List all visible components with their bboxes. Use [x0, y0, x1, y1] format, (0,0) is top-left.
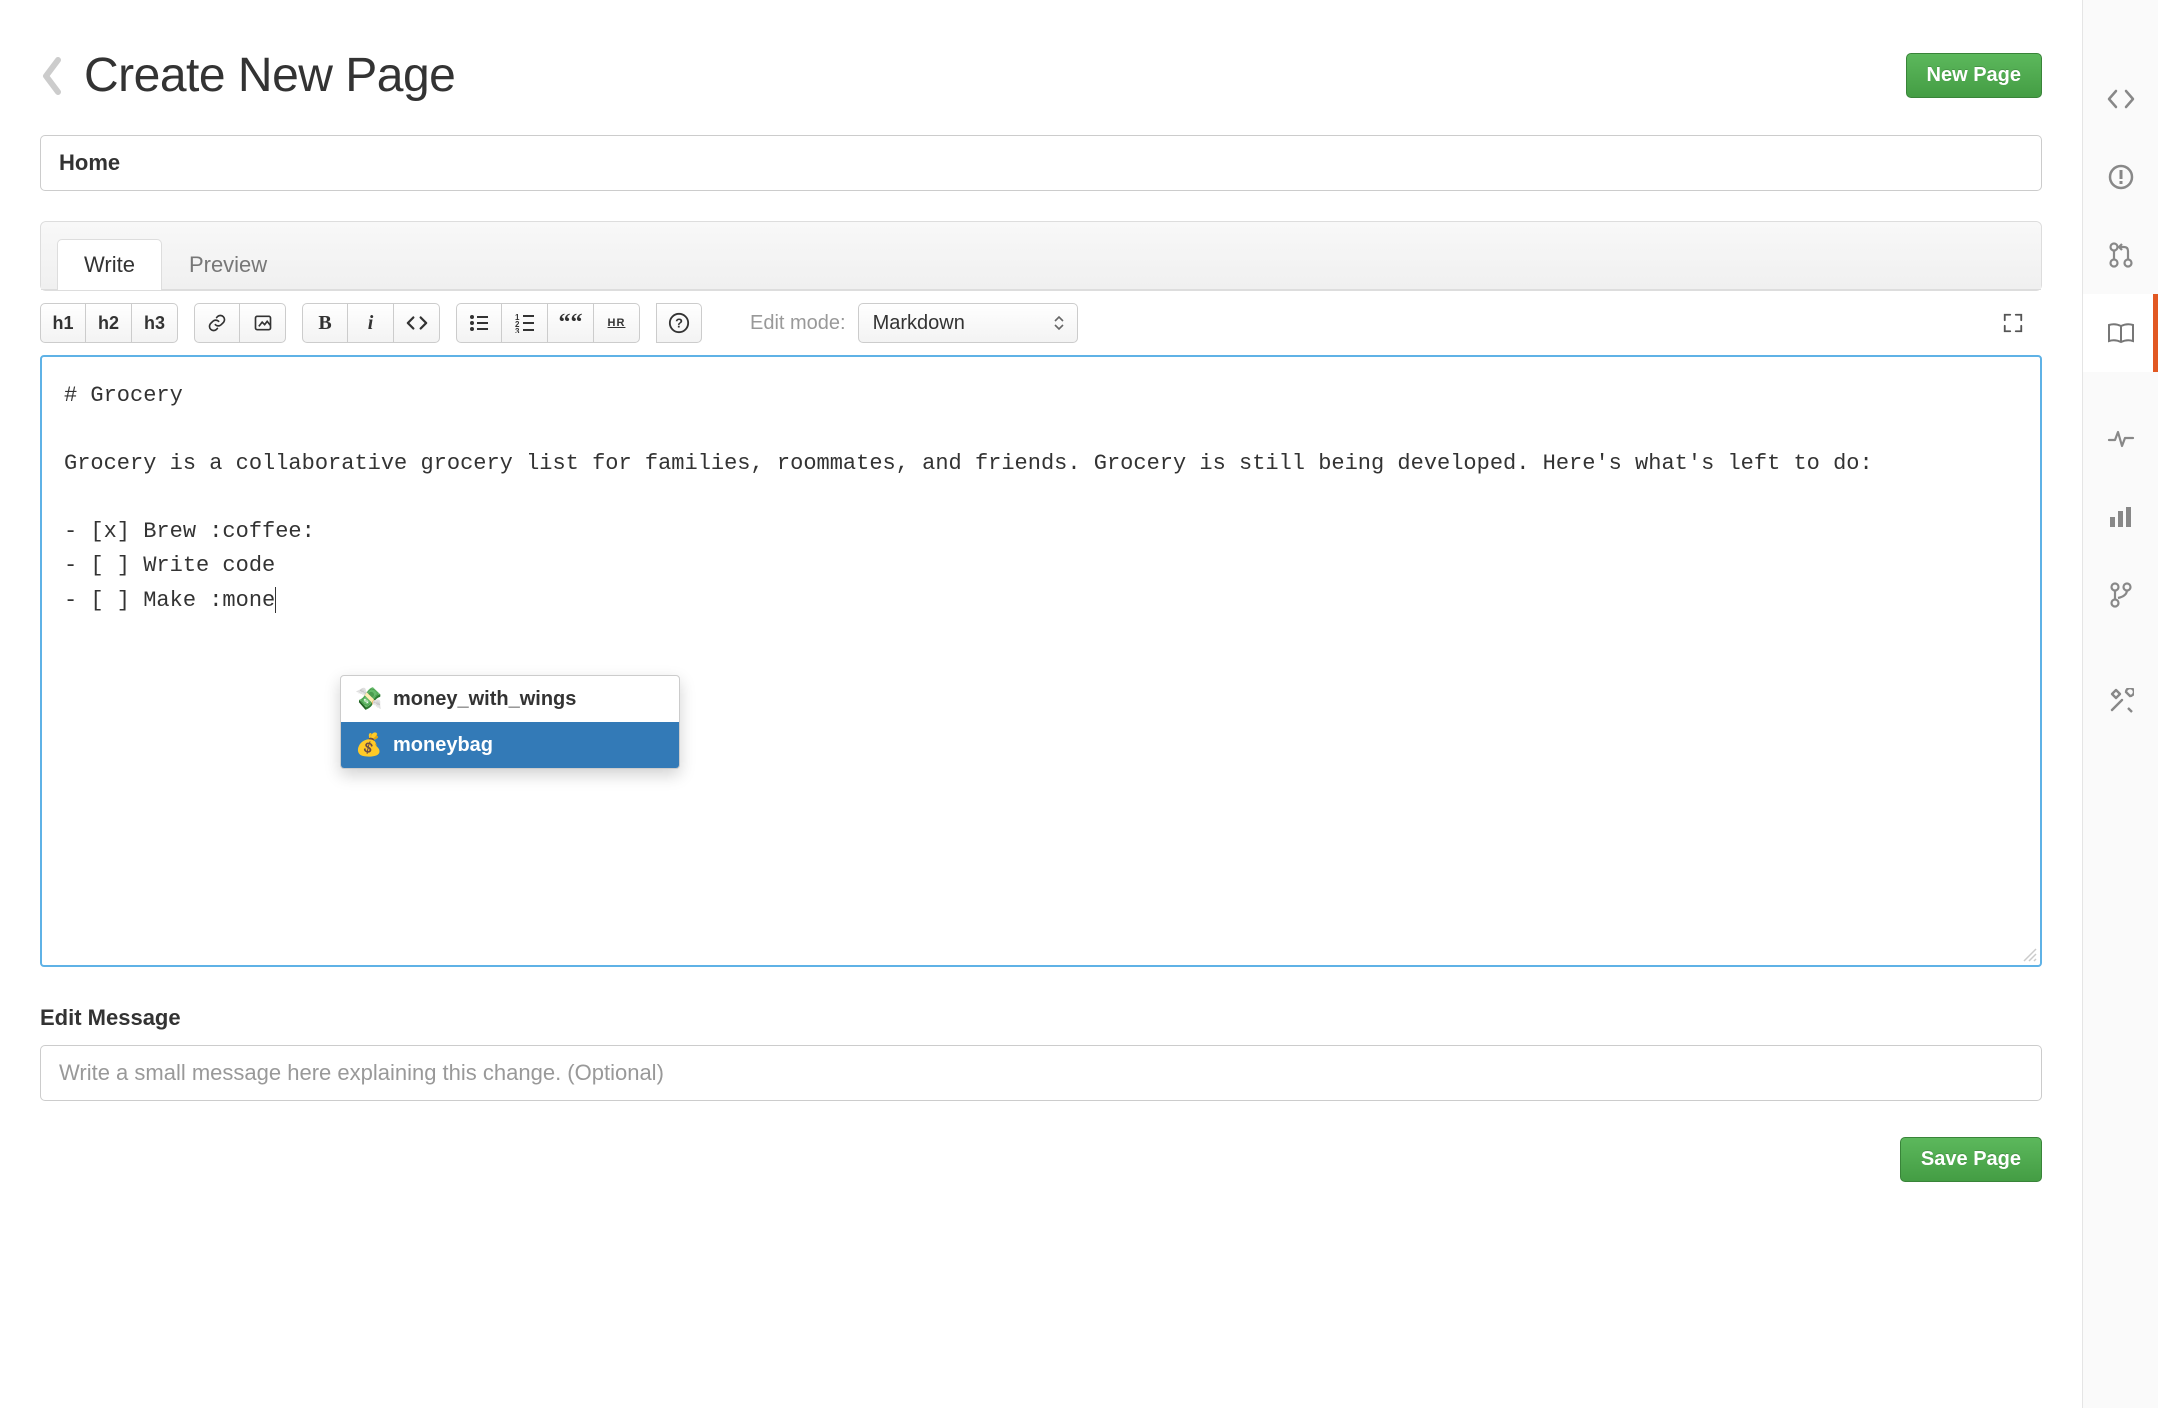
fullscreen-button[interactable]	[1990, 303, 2036, 343]
branch-icon	[2109, 581, 2133, 609]
autocomplete-label: money_with_wings	[393, 688, 576, 711]
image-button[interactable]	[240, 303, 286, 343]
page-header: Create New Page New Page	[40, 48, 2042, 103]
right-nav-rail	[2082, 0, 2158, 1408]
autocomplete-item[interactable]: 💰 moneybag	[341, 722, 679, 768]
editor-container: # Grocery Grocery is a collaborative gro…	[40, 355, 2042, 967]
edit-message-label: Edit Message	[40, 1005, 2042, 1031]
back-chevron-icon[interactable]	[40, 56, 66, 96]
bar-chart-icon	[2108, 505, 2134, 529]
edit-mode-label: Edit mode:	[750, 312, 846, 335]
h3-button[interactable]: h3	[132, 303, 178, 343]
edit-mode-group: Edit mode: Markdown	[750, 303, 1078, 343]
new-page-button[interactable]: New Page	[1906, 53, 2042, 98]
chevron-updown-icon	[1054, 315, 1064, 331]
ol-button[interactable]: 123	[502, 303, 548, 343]
link-icon	[207, 313, 227, 333]
rail-graphs[interactable]	[2083, 478, 2158, 556]
tab-write[interactable]: Write	[57, 239, 162, 290]
markdown-editor[interactable]: # Grocery Grocery is a collaborative gro…	[42, 357, 2040, 965]
bold-button[interactable]: B	[302, 303, 348, 343]
svg-text:?: ?	[675, 316, 683, 331]
emoji-icon: 💰	[355, 732, 381, 758]
page-title-input[interactable]	[40, 135, 2042, 191]
heading-group: h1 h2 h3	[40, 303, 178, 343]
italic-button[interactable]: i	[348, 303, 394, 343]
code-icon	[406, 313, 428, 333]
fullscreen-icon	[2002, 312, 2024, 334]
main-content: Create New Page New Page Write Preview h…	[0, 0, 2082, 1408]
book-icon	[2107, 321, 2135, 345]
emoji-autocomplete: 💸 money_with_wings 💰 moneybag	[340, 675, 680, 769]
link-group	[194, 303, 286, 343]
ol-icon: 123	[515, 313, 535, 333]
autocomplete-label: moneybag	[393, 734, 493, 757]
code-icon	[2107, 87, 2135, 111]
code-button[interactable]	[394, 303, 440, 343]
blockquote-button[interactable]: ““	[548, 303, 594, 343]
ul-button[interactable]	[456, 303, 502, 343]
editor-panel: Write Preview	[40, 221, 2042, 291]
save-page-button[interactable]: Save Page	[1900, 1137, 2042, 1182]
rail-pulse[interactable]	[2083, 400, 2158, 478]
svg-text:3: 3	[515, 327, 520, 333]
hr-button[interactable]: HR	[594, 303, 640, 343]
page-title: Create New Page	[84, 48, 1888, 103]
image-icon	[253, 313, 273, 333]
rail-wiki[interactable]	[2083, 294, 2158, 372]
rail-pull-requests[interactable]	[2083, 216, 2158, 294]
issue-icon	[2108, 164, 2134, 190]
footer: Save Page	[40, 1137, 2042, 1182]
help-group: ?	[656, 303, 702, 343]
link-button[interactable]	[194, 303, 240, 343]
pulse-icon	[2107, 428, 2135, 450]
editor-tabstrip: Write Preview	[41, 222, 2041, 290]
rail-network[interactable]	[2083, 556, 2158, 634]
h2-button[interactable]: h2	[86, 303, 132, 343]
format-group: B i	[302, 303, 440, 343]
block-group: 123 ““ HR	[456, 303, 640, 343]
rail-settings[interactable]	[2083, 662, 2158, 740]
autocomplete-item[interactable]: 💸 money_with_wings	[341, 676, 679, 722]
rail-code[interactable]	[2083, 60, 2158, 138]
edit-message-input[interactable]	[40, 1045, 2042, 1101]
tools-icon	[2108, 688, 2134, 714]
emoji-icon: 💸	[355, 686, 381, 712]
ul-icon	[469, 313, 489, 333]
tab-preview[interactable]: Preview	[162, 239, 294, 290]
help-button[interactable]: ?	[656, 303, 702, 343]
text-caret	[275, 587, 276, 613]
help-icon: ?	[668, 312, 690, 334]
editor-toolbar: h1 h2 h3 B i	[40, 291, 2042, 355]
h1-button[interactable]: h1	[40, 303, 86, 343]
rail-issues[interactable]	[2083, 138, 2158, 216]
pull-request-icon	[2108, 241, 2134, 269]
edit-mode-select[interactable]: Markdown	[858, 303, 1078, 343]
editor-text: # Grocery Grocery is a collaborative gro…	[64, 383, 1873, 613]
hr-icon: HR	[608, 317, 626, 329]
